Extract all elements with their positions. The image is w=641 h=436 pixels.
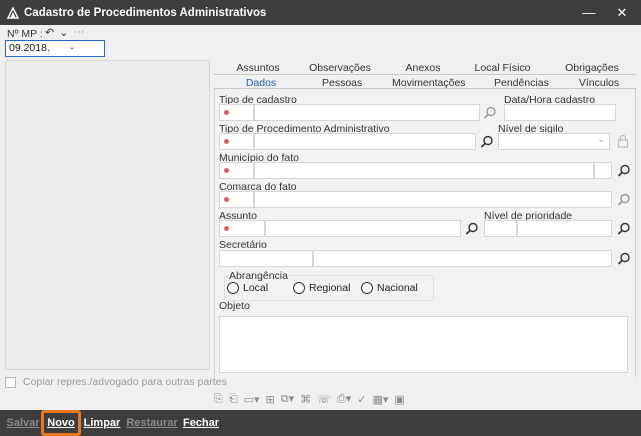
radio-label: Nacional: [377, 282, 418, 294]
required-indicator: [224, 139, 229, 144]
tipo-procedimento-field[interactable]: [254, 133, 476, 150]
copy-representative-checkbox[interactable]: Copiar repres./advogado para outras part…: [5, 376, 227, 388]
search-icon[interactable]: [483, 106, 497, 120]
secondary-toolbar: ⎘ ⎗ ▭▾ ⊞ ⧉▾ ⌘ ☏ ⎙▾ ✓ ▦▾ ▣: [214, 389, 636, 409]
minimize-button[interactable]: —: [575, 0, 603, 25]
objeto-textarea[interactable]: [219, 316, 628, 373]
image-icon[interactable]: ▣: [394, 393, 404, 406]
nivel-prioridade-code-field[interactable]: [484, 220, 517, 237]
phone-icon[interactable]: ☏: [317, 393, 331, 406]
close-button[interactable]: ✕: [608, 0, 636, 25]
novo-button[interactable]: Novo: [41, 410, 81, 436]
action-bar: Salvar Novo Limpar Restaurar Fechar: [0, 410, 641, 436]
check-icon[interactable]: ✓: [357, 393, 366, 406]
tab-assuntos[interactable]: Assuntos: [230, 62, 286, 74]
radio-circle[interactable]: [227, 282, 239, 294]
salvar-button[interactable]: Salvar: [6, 410, 40, 436]
abrangencia-label: Abrangência: [228, 270, 289, 282]
municipio-extra-field[interactable]: [594, 162, 612, 179]
lock-icon: [617, 134, 629, 148]
search-icon[interactable]: [617, 252, 631, 266]
limpar-button[interactable]: Limpar: [84, 410, 121, 436]
radio-nacional[interactable]: Nacional: [361, 282, 418, 294]
tipo-cadastro-field[interactable]: [254, 104, 480, 121]
tab-local-fisico[interactable]: Local Físico: [470, 62, 535, 74]
radio-regional[interactable]: Regional: [293, 282, 350, 294]
secretario-field[interactable]: [313, 250, 612, 267]
search-icon[interactable]: [617, 222, 631, 236]
assunto-field[interactable]: [265, 220, 461, 237]
window-title: Cadastro de Procedimentos Administrativo…: [24, 6, 267, 19]
mp-number-input[interactable]: 09.2018. -: [5, 40, 105, 57]
nivel-prioridade-field[interactable]: [517, 220, 612, 237]
tab-anexos[interactable]: Anexos: [403, 62, 443, 74]
tree-icon[interactable]: ⊞: [266, 393, 275, 406]
chevron-down-icon[interactable]: ⌄: [59, 26, 68, 39]
data-hora-cadastro-field[interactable]: [504, 104, 616, 121]
print-icon[interactable]: ⎙▾: [337, 392, 351, 406]
search-icon[interactable]: [617, 164, 631, 178]
objeto-label: Objeto: [219, 300, 250, 312]
radio-circle[interactable]: [293, 282, 305, 294]
chevron-down-icon[interactable]: ⌄: [597, 134, 605, 145]
more-icon[interactable]: ···: [73, 26, 84, 39]
mp-tools: ↶ ⌄ ···: [45, 26, 84, 39]
checkbox-box[interactable]: [5, 376, 16, 388]
radio-label: Regional: [309, 282, 351, 294]
radio-label: Local: [243, 282, 269, 294]
checkbox-label: Copiar repres./advogado para outras part…: [23, 376, 227, 388]
radio-local[interactable]: Local: [227, 282, 268, 294]
window-icon[interactable]: ▭▾: [244, 393, 260, 406]
tab-divider: [214, 74, 636, 75]
calendar-icon[interactable]: ▦▾: [372, 393, 388, 406]
mp-label: Nº MP :: [7, 28, 43, 40]
party-list-panel[interactable]: [5, 60, 210, 370]
search-icon[interactable]: [465, 222, 479, 236]
comarca-field[interactable]: [254, 191, 612, 208]
required-indicator: [224, 197, 229, 202]
tab-observacoes[interactable]: Observações: [307, 62, 373, 74]
link-icon[interactable]: ⌘: [300, 393, 311, 406]
radio-circle[interactable]: [361, 282, 373, 294]
fechar-button[interactable]: Fechar: [183, 410, 219, 436]
tab-obrigacoes[interactable]: Obrigações: [563, 62, 621, 74]
secretario-code-field[interactable]: [219, 250, 313, 267]
required-indicator: [224, 168, 229, 173]
copy-icon[interactable]: ⎘: [214, 393, 223, 406]
search-icon[interactable]: [480, 135, 494, 149]
app-logo-icon: [5, 5, 21, 21]
municipio-field[interactable]: [254, 162, 594, 179]
undo-icon[interactable]: ↶: [45, 26, 54, 39]
required-indicator: [224, 226, 229, 231]
search-icon[interactable]: [617, 193, 631, 207]
duplicate-icon[interactable]: ⧉▾: [281, 392, 294, 406]
title-bar: Cadastro de Procedimentos Administrativo…: [0, 0, 641, 25]
nivel-sigilo-select[interactable]: [498, 133, 610, 150]
restaurar-button[interactable]: Restaurar: [126, 410, 177, 436]
required-indicator: [224, 110, 229, 115]
paste-icon[interactable]: ⎗: [229, 393, 238, 406]
